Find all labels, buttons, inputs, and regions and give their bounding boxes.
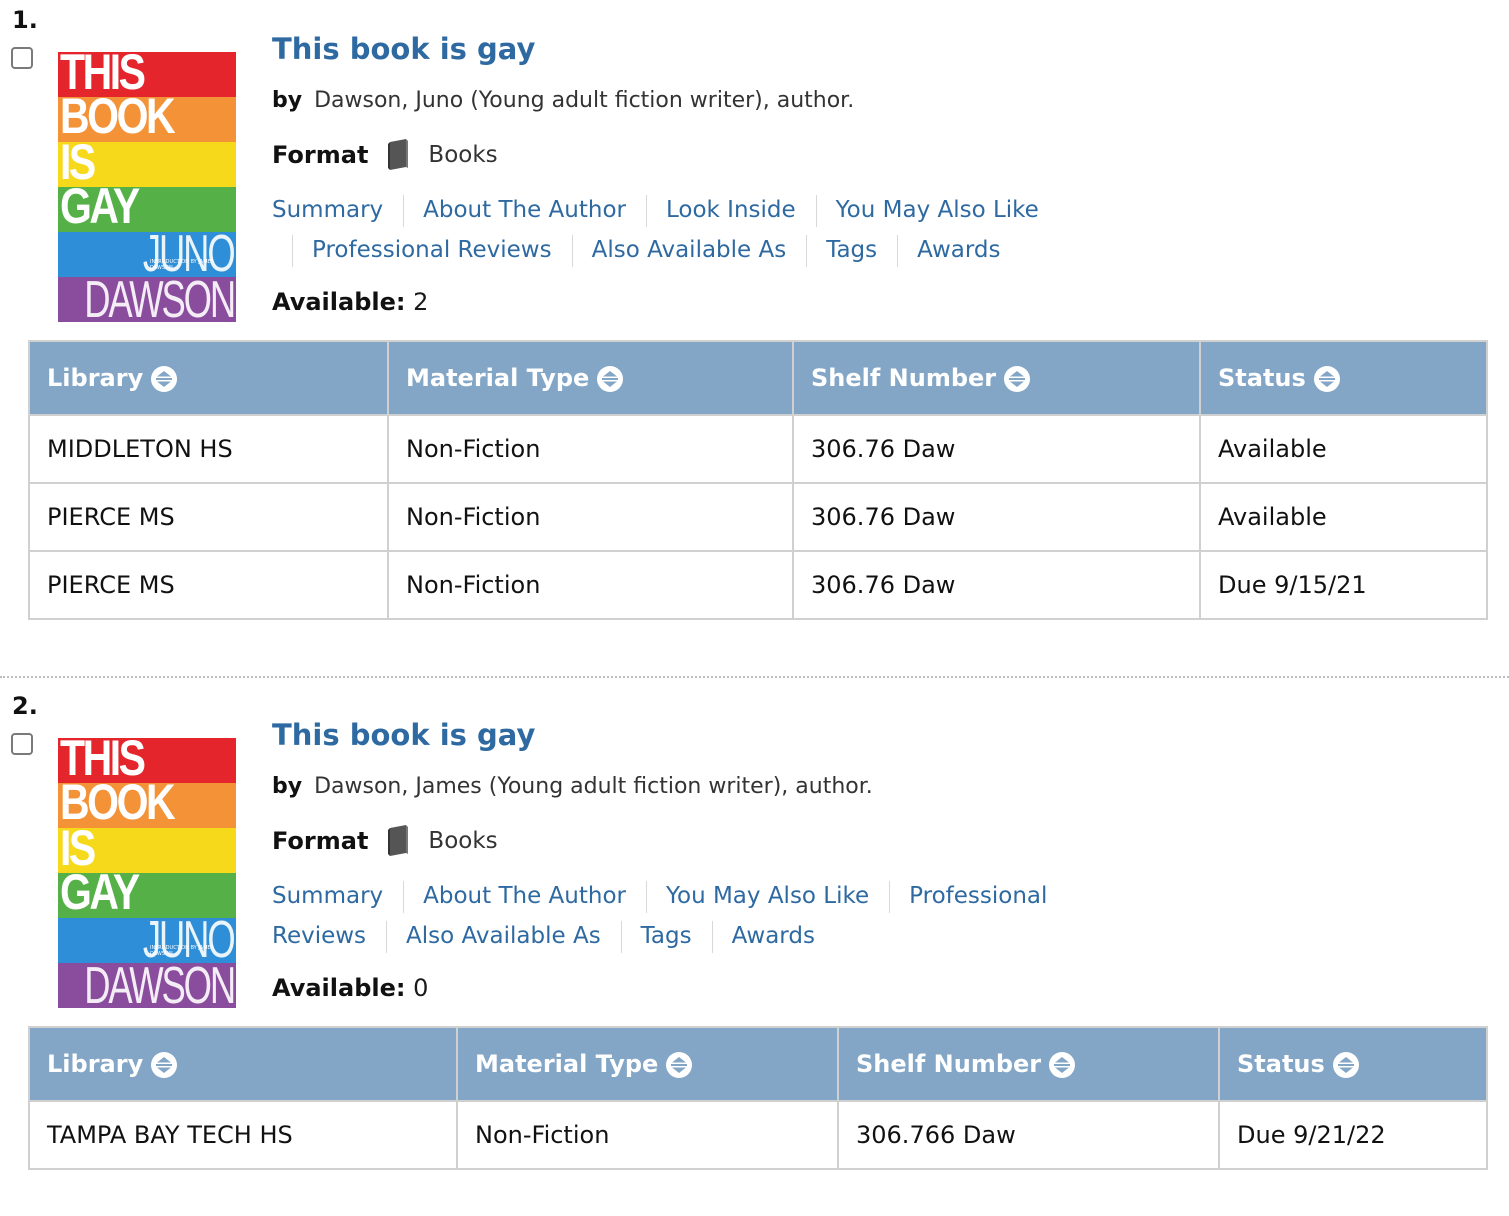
sort-icon[interactable] (666, 1052, 693, 1078)
holdings-table: Library Material Type Shelf Number Statu… (28, 1026, 1488, 1170)
book-title-link[interactable]: This book is gay (272, 718, 535, 752)
cover-title-line: GAY (60, 178, 140, 234)
shelf-number-cell: 306.76 Daw (792, 414, 1201, 484)
table-row: MIDDLETON HS Non-Fiction 306.76 Daw Avai… (28, 414, 1488, 484)
header-label: Material Type (475, 1050, 659, 1078)
book-icon (386, 824, 410, 858)
tags-link[interactable]: Tags (641, 923, 692, 949)
material-type-cell: Non-Fiction (387, 550, 794, 620)
header-label: Shelf Number (811, 364, 997, 392)
status-cell: Due 9/21/22 (1218, 1100, 1488, 1170)
sort-icon[interactable] (1004, 366, 1031, 392)
header-label: Status (1237, 1050, 1325, 1078)
sort-icon[interactable] (1332, 1052, 1359, 1078)
sort-icon[interactable] (1049, 1052, 1076, 1078)
material-type-cell: Non-Fiction (387, 482, 794, 552)
look-inside-link[interactable]: Look Inside (666, 197, 796, 223)
result-number: 2. (12, 692, 38, 720)
by-label: by (272, 88, 303, 113)
sort-icon[interactable] (597, 366, 624, 392)
cover-title-line: GAY (60, 864, 140, 920)
result-divider (0, 676, 1509, 678)
search-result-2: 2. THIS BOOK IS GAY INTRODUCTION BY JAME… (0, 686, 1509, 1216)
cover-author-line: DAWSON (84, 271, 236, 322)
shelf-number-cell: 306.76 Daw (792, 550, 1201, 620)
column-header-status[interactable]: Status (1199, 340, 1488, 416)
summary-link[interactable]: Summary (272, 883, 383, 909)
sort-icon[interactable] (151, 366, 178, 392)
you-may-also-like-link[interactable]: You May Also Like (666, 883, 869, 909)
book-title-link[interactable]: This book is gay (272, 32, 535, 66)
available-count: 2 (413, 288, 429, 316)
sort-icon[interactable] (1313, 366, 1340, 392)
cover-author-line: DAWSON (84, 957, 236, 1008)
status-cell: Available (1199, 482, 1488, 552)
format-label: Format (272, 827, 369, 855)
about-the-author-link[interactable]: About The Author (423, 197, 626, 223)
library-cell: MIDDLETON HS (28, 414, 389, 484)
cover-title-line: BOOK (60, 88, 176, 144)
sort-icon[interactable] (151, 1052, 178, 1078)
by-label: by (272, 774, 303, 799)
book-icon (386, 138, 410, 172)
also-available-as-link[interactable]: Also Available As (406, 923, 601, 949)
tags-link[interactable]: Tags (826, 237, 877, 263)
holdings-table: Library Material Type Shelf Number Statu… (28, 340, 1488, 620)
column-header-library[interactable]: Library (28, 1026, 458, 1102)
column-header-status[interactable]: Status (1218, 1026, 1488, 1102)
table-row: PIERCE MS Non-Fiction 306.76 Daw Availab… (28, 482, 1488, 552)
available-count: 0 (413, 974, 429, 1002)
author-name: Dawson, James (Young adult fiction write… (314, 774, 873, 799)
column-header-library[interactable]: Library (28, 340, 389, 416)
header-label: Library (47, 364, 144, 392)
author-name: Dawson, Juno (Young adult fiction writer… (314, 88, 855, 113)
status-cell: Available (1199, 414, 1488, 484)
cover-title-line: BOOK (60, 774, 176, 830)
author-line: by Dawson, Juno (Young adult fiction writ… (272, 88, 854, 113)
format-label: Format (272, 141, 369, 169)
shelf-number-cell: 306.76 Daw (792, 482, 1201, 552)
you-may-also-like-link[interactable]: You May Also Like (836, 197, 1039, 223)
author-line: by Dawson, James (Young adult fiction wri… (272, 774, 873, 799)
header-label: Library (47, 1050, 144, 1078)
material-type-cell: Non-Fiction (387, 414, 794, 484)
availability: Available: 0 (272, 974, 428, 1002)
material-type-cell: Non-Fiction (456, 1100, 839, 1170)
shelf-number-cell: 306.766 Daw (837, 1100, 1220, 1170)
about-the-author-link[interactable]: About The Author (423, 883, 626, 909)
availability: Available: 2 (272, 288, 428, 316)
detail-links: Summary About The Author You May Also Like… (272, 876, 1062, 956)
result-number: 1. (12, 6, 38, 34)
header-label: Material Type (406, 364, 590, 392)
awards-link[interactable]: Awards (732, 923, 815, 949)
book-cover[interactable]: THIS BOOK IS GAY INTRODUCTION BY JAMES D… (58, 738, 236, 1008)
format-value: Books (428, 828, 498, 854)
format-value: Books (428, 142, 498, 168)
column-header-material-type[interactable]: Material Type (387, 340, 794, 416)
status-cell: Due 9/15/21 (1199, 550, 1488, 620)
book-cover[interactable]: THIS BOOK IS GAY INTRODUCTION BY JAMES D… (58, 52, 236, 322)
column-header-material-type[interactable]: Material Type (456, 1026, 839, 1102)
awards-link[interactable]: Awards (917, 237, 1000, 263)
select-checkbox[interactable] (11, 733, 33, 755)
available-label: Available: (272, 974, 406, 1002)
also-available-as-link[interactable]: Also Available As (592, 237, 787, 263)
header-label: Shelf Number (856, 1050, 1042, 1078)
professional-reviews-link[interactable]: Professional Reviews (312, 237, 552, 263)
format-line: Format Books (272, 138, 498, 172)
search-result-1: 1. THIS BOOK IS GAY INTRODUCTION BY JAME… (0, 0, 1509, 668)
select-checkbox[interactable] (11, 47, 33, 69)
library-cell: TAMPA BAY TECH HS (28, 1100, 458, 1170)
format-line: Format Books (272, 824, 498, 858)
library-cell: PIERCE MS (28, 550, 389, 620)
header-label: Status (1218, 364, 1306, 392)
summary-link[interactable]: Summary (272, 197, 383, 223)
table-row: PIERCE MS Non-Fiction 306.76 Daw Due 9/1… (28, 550, 1488, 620)
column-header-shelf-number[interactable]: Shelf Number (837, 1026, 1220, 1102)
column-header-shelf-number[interactable]: Shelf Number (792, 340, 1201, 416)
table-row: TAMPA BAY TECH HS Non-Fiction 306.766 Da… (28, 1100, 1488, 1170)
detail-links: Summary About The Author Look Inside You Ma… (272, 190, 1062, 270)
available-label: Available: (272, 288, 406, 316)
library-cell: PIERCE MS (28, 482, 389, 552)
